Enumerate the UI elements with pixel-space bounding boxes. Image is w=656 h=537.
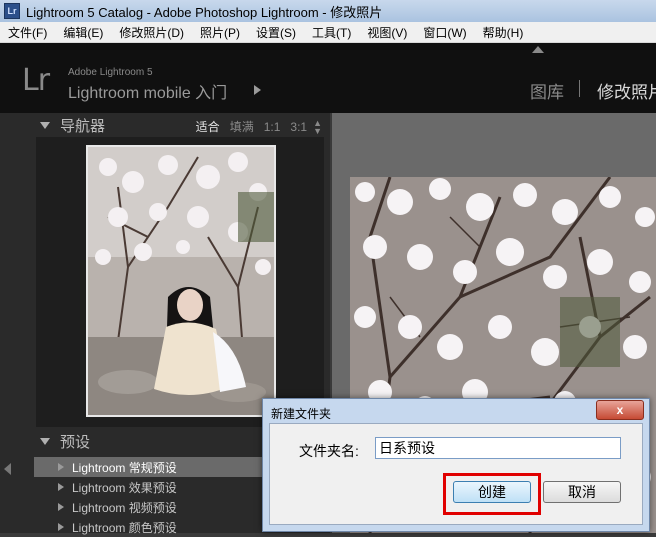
presets-title: 预设 — [60, 433, 91, 451]
menu-view[interactable]: 视图(V) — [359, 24, 415, 41]
menu-help[interactable]: 帮助(H) — [475, 24, 532, 41]
expand-triangle-icon[interactable] — [58, 483, 64, 491]
module-divider — [579, 80, 580, 97]
window-title: Lightroom 5 Catalog - Adobe Photoshop Li… — [26, 4, 383, 20]
menu-develop[interactable]: 修改照片(D) — [111, 24, 192, 41]
lightroom-mobile-link[interactable]: Lightroom mobile 入门 — [68, 79, 227, 103]
expand-triangle-icon[interactable] — [58, 503, 64, 511]
left-panel-edge — [0, 113, 16, 533]
menu-file[interactable]: 文件(F) — [0, 24, 55, 41]
zoom-options: 适合 填满 1:1 3:1 ▲ ▼ — [186, 118, 322, 135]
zoom-fit[interactable]: 适合 — [196, 118, 220, 135]
collapse-top-panel-icon[interactable] — [532, 46, 544, 53]
zoom-spinner-icon[interactable]: ▲ ▼ — [313, 118, 322, 135]
menu-edit[interactable]: 编辑(E) — [55, 24, 111, 41]
module-library[interactable]: 图库 — [530, 78, 564, 103]
folder-name-input[interactable]: 日系预设 — [375, 437, 621, 459]
dialog-title: 新建文件夹 — [271, 407, 332, 421]
collapse-left-panel-icon[interactable] — [4, 463, 11, 475]
zoom-fill[interactable]: 填满 — [230, 118, 254, 135]
new-folder-dialog: 新建文件夹 x 文件夹名: 日系预设 创建 取消 — [262, 398, 650, 532]
cancel-button[interactable]: 取消 — [543, 481, 621, 503]
preset-folder-label: Lightroom 视频预设 — [72, 500, 177, 515]
dialog-body: 文件夹名: 日系预设 创建 取消 — [269, 423, 643, 525]
title-bar: Lr Lightroom 5 Catalog - Adobe Photoshop… — [0, 0, 656, 22]
disclosure-triangle-icon[interactable] — [40, 121, 50, 129]
brand-subtitle: Adobe Lightroom 5 — [68, 67, 153, 78]
navigator-header[interactable]: 导航器 适合 填满 1:1 3:1 ▲ ▼ — [16, 113, 330, 137]
zoom-3-1[interactable]: 3:1 — [290, 120, 307, 134]
disclosure-triangle-icon[interactable] — [40, 437, 50, 445]
navigator-photo — [86, 145, 276, 417]
menu-settings[interactable]: 设置(S) — [248, 24, 304, 41]
create-button[interactable]: 创建 — [453, 481, 531, 503]
folder-name-label: 文件夹名: — [299, 443, 359, 459]
lightroom-app-icon: Lr — [4, 3, 20, 19]
zoom-1-1[interactable]: 1:1 — [264, 120, 281, 134]
expand-triangle-icon[interactable] — [58, 523, 64, 531]
play-arrow-icon[interactable] — [254, 85, 261, 95]
module-develop[interactable]: 修改照片 — [597, 78, 656, 103]
expand-triangle-icon[interactable] — [58, 463, 64, 471]
menu-photo[interactable]: 照片(P) — [192, 24, 248, 41]
identity-plate: Lr Adobe Lightroom 5 Lightroom mobile 入门… — [0, 43, 656, 113]
menu-window[interactable]: 窗口(W) — [415, 24, 474, 41]
navigator-title: 导航器 — [60, 117, 106, 135]
menu-bar: 文件(F) 编辑(E) 修改照片(D) 照片(P) 设置(S) 工具(T) 视图… — [0, 22, 656, 43]
navigator-preview[interactable] — [36, 137, 324, 427]
close-icon[interactable]: x — [596, 400, 644, 420]
preset-folder-label: Lightroom 效果预设 — [72, 480, 177, 495]
lightroom-logo: Lr — [22, 63, 50, 98]
menu-tools[interactable]: 工具(T) — [304, 24, 359, 41]
preset-folder-label: Lightroom 常规预设 — [72, 460, 177, 475]
